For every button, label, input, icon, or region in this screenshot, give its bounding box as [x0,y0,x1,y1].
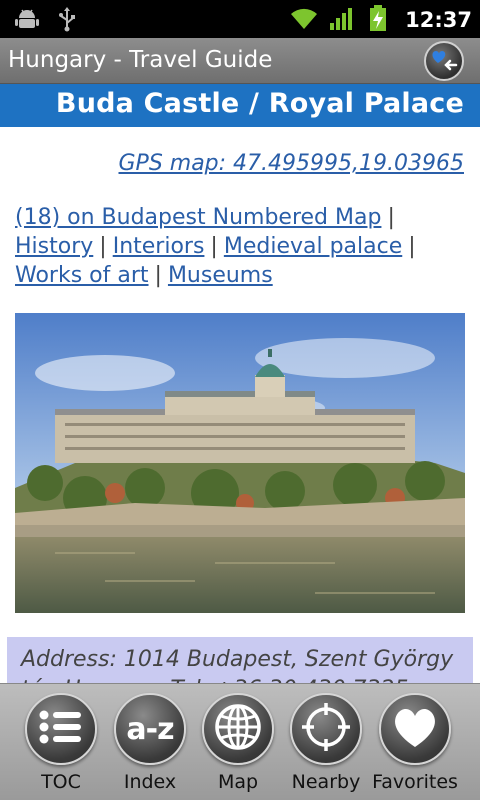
index-button-circle[interactable]: a-z [114,693,186,765]
toc-button-circle[interactable] [25,693,97,765]
android-debug-icon [14,6,40,36]
index-label: Index [123,771,177,793]
heading-band: Buda Castle / Royal Palace [0,84,480,127]
link-medieval-palace[interactable]: Medieval palace [224,234,402,259]
content-area[interactable]: GPS map: 47.495995,19.03965 (18) on Buda… [0,127,480,683]
status-time: 12:37 [405,8,472,32]
index-button[interactable]: a-z Index [106,684,194,800]
gps-map-link[interactable]: GPS map: 47.495995,19.03965 [119,151,465,176]
address-text: Address: 1014 Budapest, Szent György tér… [21,647,454,683]
globe-icon [213,702,263,756]
signal-icon [329,5,357,35]
separator: | [408,234,416,259]
toc-button[interactable]: TOC [17,684,105,800]
link-history[interactable]: History [15,234,93,259]
favorites-button[interactable]: Favorites [371,684,459,800]
nearby-button[interactable]: Nearby [282,684,370,800]
buda-castle-photo [15,313,465,613]
address-box: Address: 1014 Budapest, Szent György tér… [7,637,473,683]
nearby-label: Nearby [291,771,361,793]
usb-icon [56,6,78,36]
map-button[interactable]: Map [194,684,282,800]
map-label: Map [217,771,259,793]
favorites-button-circle[interactable] [379,693,451,765]
page-title: Buda Castle / Royal Palace [55,88,464,119]
a-z-icon: a-z [126,711,174,747]
map-button-circle[interactable] [202,693,274,765]
toc-label: TOC [41,771,81,793]
link-museums[interactable]: Museums [168,263,273,288]
link-numbered-map[interactable]: (18) on Budapest Numbered Map [15,205,381,230]
list-icon [39,709,83,749]
favorite-back-button[interactable] [424,41,464,81]
battery-charging-icon [367,4,389,36]
heart-icon [390,705,440,753]
crosshair-icon [300,701,352,757]
nearby-button-circle[interactable] [290,693,362,765]
link-works-of-art[interactable]: Works of art [15,263,149,288]
app-bar: Hungary - Travel Guide [0,38,480,84]
separator: | [154,263,162,288]
links-block: (18) on Budapest Numbered Map | History | I… [15,203,465,290]
app-title: Hungary - Travel Guide [8,47,273,73]
separator: | [387,205,395,230]
favorites-label: Favorites [372,771,458,793]
wifi-icon [289,5,319,35]
link-interiors[interactable]: Interiors [113,234,205,259]
status-bar: 12:37 [0,0,480,38]
separator: | [210,234,218,259]
bottom-toolbar: TOC a-z Index Map Nearby Favorites [0,683,480,800]
separator: | [99,234,107,259]
